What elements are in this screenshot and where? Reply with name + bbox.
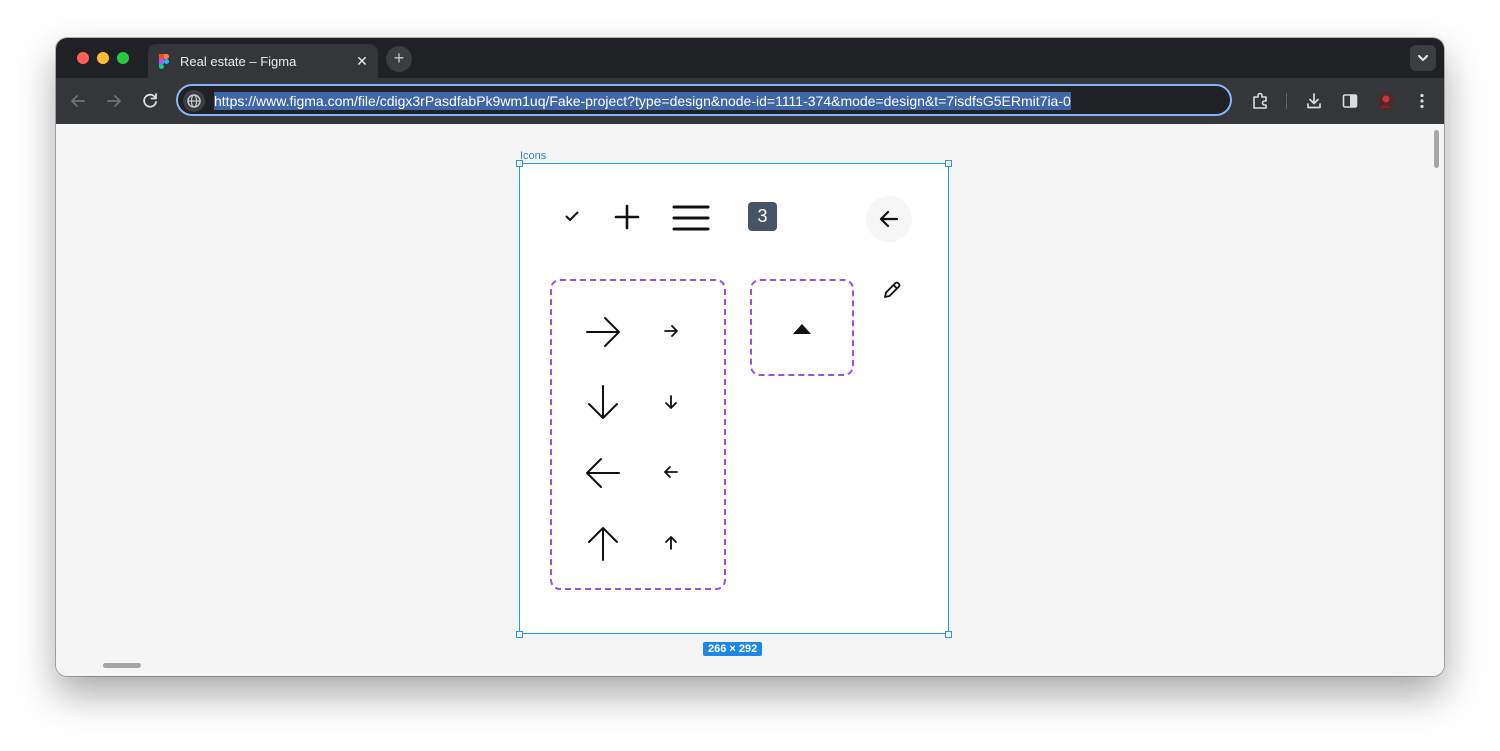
reload-icon[interactable]	[139, 90, 161, 112]
site-info-icon[interactable]	[183, 90, 205, 112]
triangle-component-set[interactable]	[750, 279, 854, 376]
new-tab-button[interactable]: +	[386, 46, 412, 72]
hamburger-menu-icon[interactable]	[672, 203, 710, 233]
check-icon[interactable]	[564, 208, 580, 224]
frame-name-label[interactable]: Icons	[520, 150, 546, 162]
tab-close-icon[interactable]: ✕	[354, 53, 370, 69]
arrow-down-large-icon[interactable]	[584, 383, 622, 421]
arrow-left-small-icon[interactable]	[663, 464, 679, 480]
tab-strip: Real estate – Figma ✕ +	[56, 38, 1444, 78]
browser-tab[interactable]: Real estate – Figma ✕	[148, 44, 378, 78]
arrow-right-small-icon[interactable]	[663, 323, 679, 339]
back-button[interactable]	[866, 196, 912, 242]
more-menu-icon[interactable]	[1411, 90, 1433, 112]
resize-handle-bottom-right[interactable]	[945, 631, 952, 638]
figma-canvas[interactable]: Icons 3 266 × 292	[56, 124, 1444, 676]
arrow-up-large-icon[interactable]	[584, 525, 622, 563]
forward-icon[interactable]	[103, 90, 125, 112]
side-panel-icon[interactable]	[1339, 90, 1361, 112]
arrow-down-small-icon[interactable]	[663, 394, 679, 410]
triangle-up-icon[interactable]	[792, 323, 812, 335]
download-icon[interactable]	[1303, 90, 1325, 112]
vertical-scrollbar[interactable]	[1434, 130, 1439, 168]
resize-handle-top-right[interactable]	[945, 160, 952, 167]
tab-search-button[interactable]	[1410, 45, 1436, 71]
number-badge[interactable]: 3	[748, 202, 777, 231]
horizontal-scrollbar[interactable]	[103, 663, 141, 668]
window-minimize-button[interactable]	[97, 52, 109, 64]
figma-logo-icon	[159, 54, 169, 69]
arrow-left-circle-icon	[879, 210, 899, 228]
arrow-left-large-icon[interactable]	[584, 454, 622, 492]
browser-toolbar: https://www.figma.com/file/cdigx3rPasdfa…	[56, 78, 1444, 124]
profile-avatar[interactable]	[1375, 90, 1397, 112]
arrow-right-large-icon[interactable]	[584, 313, 622, 351]
icons-frame[interactable]: 3	[519, 163, 949, 634]
extensions-icon[interactable]	[1249, 90, 1271, 112]
resize-handle-bottom-left[interactable]	[516, 631, 523, 638]
browser-window: Real estate – Figma ✕ + https://www.figm…	[56, 38, 1444, 676]
tab-title: Real estate – Figma	[180, 54, 297, 69]
url-text[interactable]: https://www.figma.com/file/cdigx3rPasdfa…	[214, 92, 1071, 110]
toolbar-divider	[1286, 93, 1287, 109]
window-maximize-button[interactable]	[117, 52, 129, 64]
resize-handle-top-left[interactable]	[516, 160, 523, 167]
window-close-button[interactable]	[77, 52, 89, 64]
frame-size-badge: 266 × 292	[703, 642, 763, 656]
pencil-icon[interactable]	[881, 279, 903, 301]
plus-icon[interactable]	[614, 204, 640, 230]
arrow-component-set[interactable]	[550, 279, 726, 590]
chevron-down-icon	[1418, 55, 1428, 61]
back-icon[interactable]	[67, 90, 89, 112]
arrow-up-small-icon[interactable]	[663, 535, 679, 551]
address-bar[interactable]: https://www.figma.com/file/cdigx3rPasdfa…	[176, 84, 1232, 116]
